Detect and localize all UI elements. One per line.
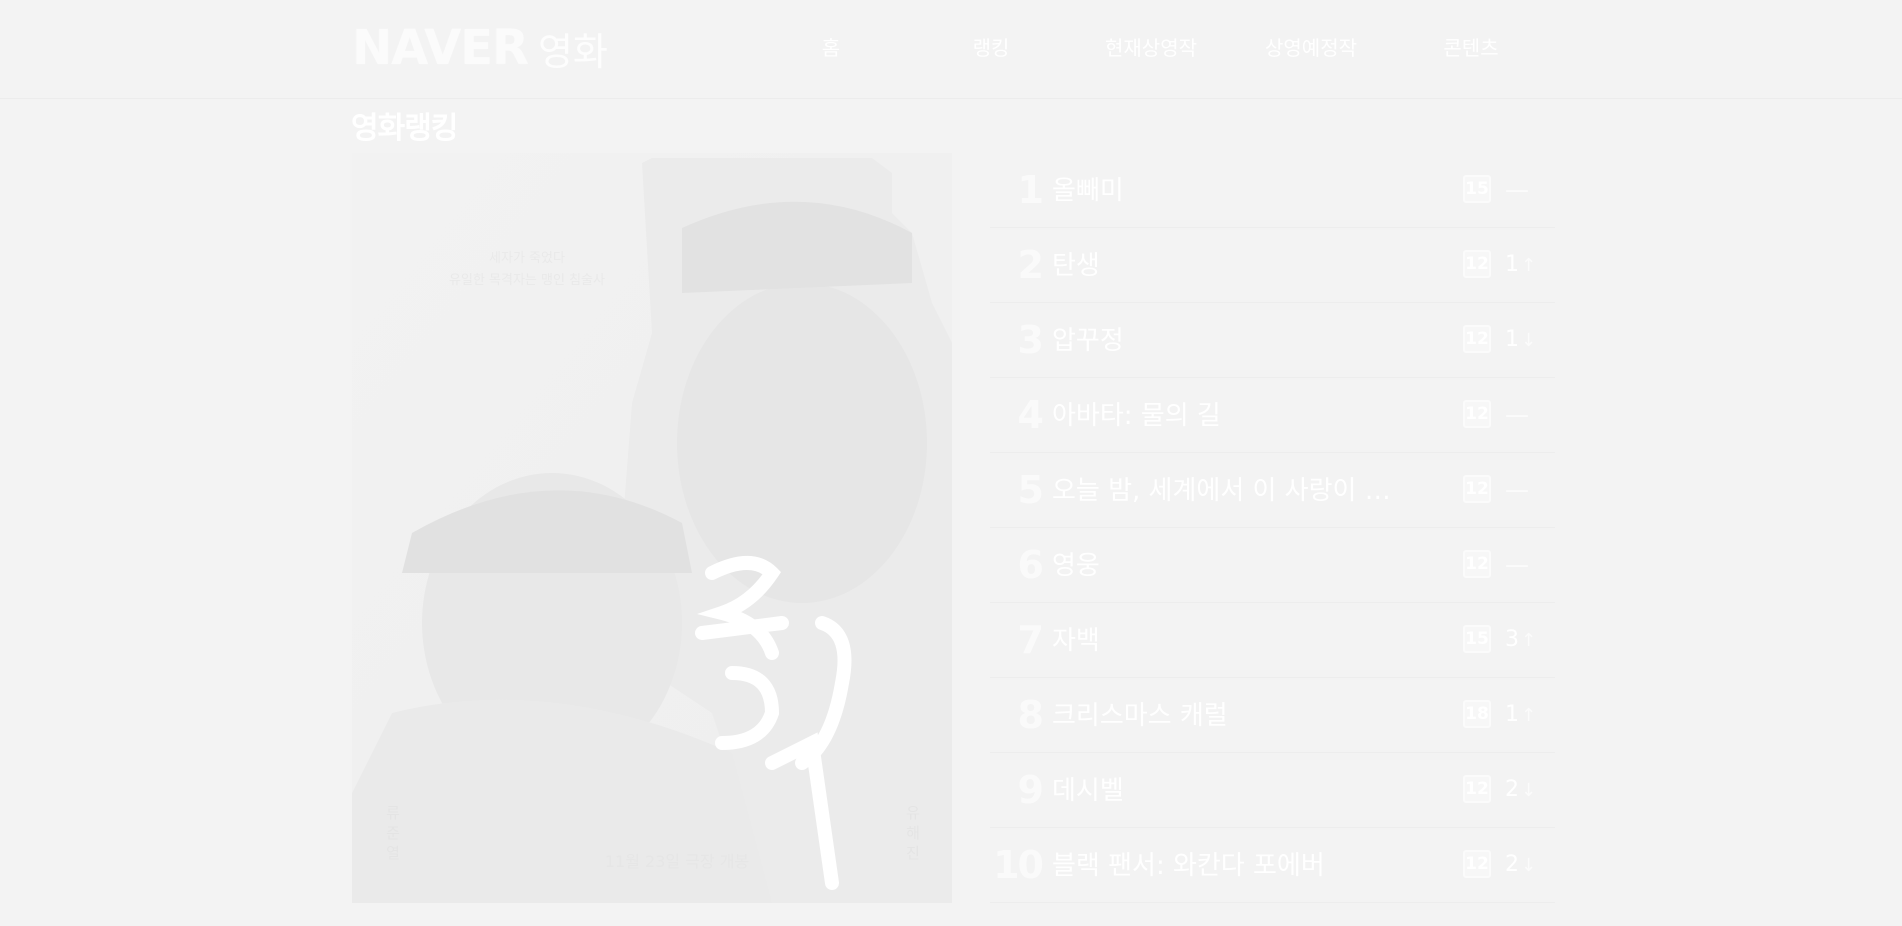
nav-now-playing[interactable]: 현재상영작 [1071, 30, 1231, 66]
nav-home[interactable]: 홈 [751, 30, 911, 66]
arrow-up-icon: ↑ [1521, 255, 1537, 276]
poster-tagline-line-1: 세자가 죽었다 [489, 251, 565, 266]
rank-change: — [1505, 400, 1555, 430]
poster-cast-right: 유해진 [906, 804, 920, 862]
rank-change: 1 ↓ [1505, 325, 1555, 355]
movie-title-link[interactable]: 압꾸정 [1052, 325, 1402, 357]
logo-brand: NAVER [352, 20, 529, 76]
rank-number: 9 [1017, 768, 1044, 812]
no-change-icon: — [1505, 401, 1529, 429]
rank-number: 6 [1017, 543, 1044, 587]
featured-movie-poster[interactable]: 세자가 죽었다 유일한 목격자는 맹인 침술사 11월 23일 극장 개봉 류준… [352, 153, 952, 903]
age-rating-badge: 15 [1463, 175, 1491, 203]
rank-change: 1 ↑ [1505, 700, 1555, 730]
rank-change-value: 3 [1505, 627, 1519, 652]
rank-change: 3 ↑ [1505, 625, 1555, 655]
rank-change: 2 ↓ [1505, 850, 1555, 880]
age-rating-badge: 12 [1463, 250, 1491, 278]
age-rating-badge: 12 [1463, 400, 1491, 428]
rank-change-value: 1 [1505, 252, 1519, 277]
movie-title-link[interactable]: 아바타: 물의 길 [1052, 400, 1402, 432]
age-rating-badge: 12 [1463, 550, 1491, 578]
movie-title-link[interactable]: 탄생 [1052, 250, 1402, 282]
page-title: 영화랭킹 [351, 111, 458, 146]
logo-section: 영화 [537, 29, 608, 74]
poster-tagline-line-2: 유일한 목격자는 맹인 침술사 [449, 273, 605, 288]
ranking-row[interactable]: 6 영웅 12 — [990, 528, 1555, 603]
rank-change: — [1505, 550, 1555, 580]
movie-title-link[interactable]: 블랙 팬서: 와칸다 포에버 [1052, 850, 1402, 882]
arrow-down-icon: ↓ [1521, 855, 1537, 876]
rank-change-value: 1 [1505, 702, 1519, 727]
no-change-icon: — [1505, 476, 1529, 504]
rank-change: 2 ↓ [1505, 775, 1555, 805]
rank-change-value: 2 [1505, 777, 1519, 802]
rank-number: 7 [1017, 618, 1044, 662]
rank-number: 4 [1017, 393, 1044, 437]
rank-number: 1 [1017, 168, 1044, 212]
ranking-row[interactable]: 1 올빼미 15 — [990, 153, 1555, 228]
movie-title-link[interactable]: 영웅 [1052, 550, 1402, 582]
movie-title-link[interactable]: 크리스마스 캐럴 [1052, 700, 1402, 732]
rank-change-value: 2 [1505, 852, 1519, 877]
no-change-icon: — [1505, 551, 1529, 579]
arrow-down-icon: ↓ [1521, 780, 1537, 801]
poster-release-date: 11월 23일 극장 개봉 [604, 852, 750, 871]
arrow-up-icon: ↑ [1521, 630, 1537, 651]
age-rating-badge: 12 [1463, 850, 1491, 878]
poster-tagline: 세자가 죽었다 유일한 목격자는 맹인 침술사 [402, 248, 652, 292]
header: NAVER 영화 홈 랭킹 현재상영작 상영예정작 콘텐츠 [0, 0, 1902, 99]
ranking-row[interactable]: 9 데시벨 12 2 ↓ [990, 753, 1555, 828]
rank-number: 10 [993, 843, 1044, 887]
ranking-row[interactable]: 8 크리스마스 캐럴 18 1 ↑ [990, 678, 1555, 753]
movie-title-link[interactable]: 데시벨 [1052, 775, 1402, 807]
ranking-row[interactable]: 2 탄생 12 1 ↑ [990, 228, 1555, 303]
rank-number: 8 [1017, 693, 1044, 737]
nav-ranking[interactable]: 랭킹 [911, 30, 1071, 66]
rank-number: 5 [1017, 468, 1044, 512]
age-rating-badge: 12 [1463, 325, 1491, 353]
arrow-up-icon: ↑ [1521, 705, 1537, 726]
ranking-row[interactable]: 10 블랙 팬서: 와칸다 포에버 12 2 ↓ [990, 828, 1555, 903]
rank-number: 3 [1017, 318, 1044, 362]
movie-title-link[interactable]: 올빼미 [1052, 175, 1402, 207]
movie-title-link[interactable]: 자백 [1052, 625, 1402, 657]
rank-change: — [1505, 475, 1555, 505]
naver-movie-logo[interactable]: NAVER 영화 [352, 20, 608, 76]
age-rating-badge: 15 [1463, 625, 1491, 653]
nav-upcoming[interactable]: 상영예정작 [1231, 30, 1391, 66]
rank-change: 1 ↑ [1505, 250, 1555, 280]
nav-contents[interactable]: 콘텐츠 [1391, 30, 1551, 66]
poster-cast-left: 류준열 [386, 804, 400, 862]
rank-number: 2 [1017, 243, 1044, 287]
age-rating-badge: 18 [1463, 700, 1491, 728]
ranking-row[interactable]: 7 자백 15 3 ↑ [990, 603, 1555, 678]
ranking-row[interactable]: 3 압꾸정 12 1 ↓ [990, 303, 1555, 378]
ranking-row[interactable]: 4 아바타: 물의 길 12 — [990, 378, 1555, 453]
rank-change: — [1505, 175, 1555, 205]
age-rating-badge: 12 [1463, 475, 1491, 503]
rank-change-value: 1 [1505, 327, 1519, 352]
arrow-down-icon: ↓ [1521, 330, 1537, 351]
movie-ranking-list: 1 올빼미 15—2 탄생 12 1 ↑ 3 압꾸정 12 1 ↓ 4 아바타: 물의 길 12—5 오늘 밤… [990, 153, 1555, 903]
ranking-row[interactable]: 5오늘 밤, 세계에서 이 사랑이 사라진다 해도 12 — [990, 453, 1555, 528]
movie-title-link[interactable]: 오늘 밤, 세계에서 이 사랑이 사라진다 해도 [1052, 475, 1402, 507]
age-rating-badge: 12 [1463, 775, 1491, 803]
no-change-icon: — [1505, 176, 1529, 204]
